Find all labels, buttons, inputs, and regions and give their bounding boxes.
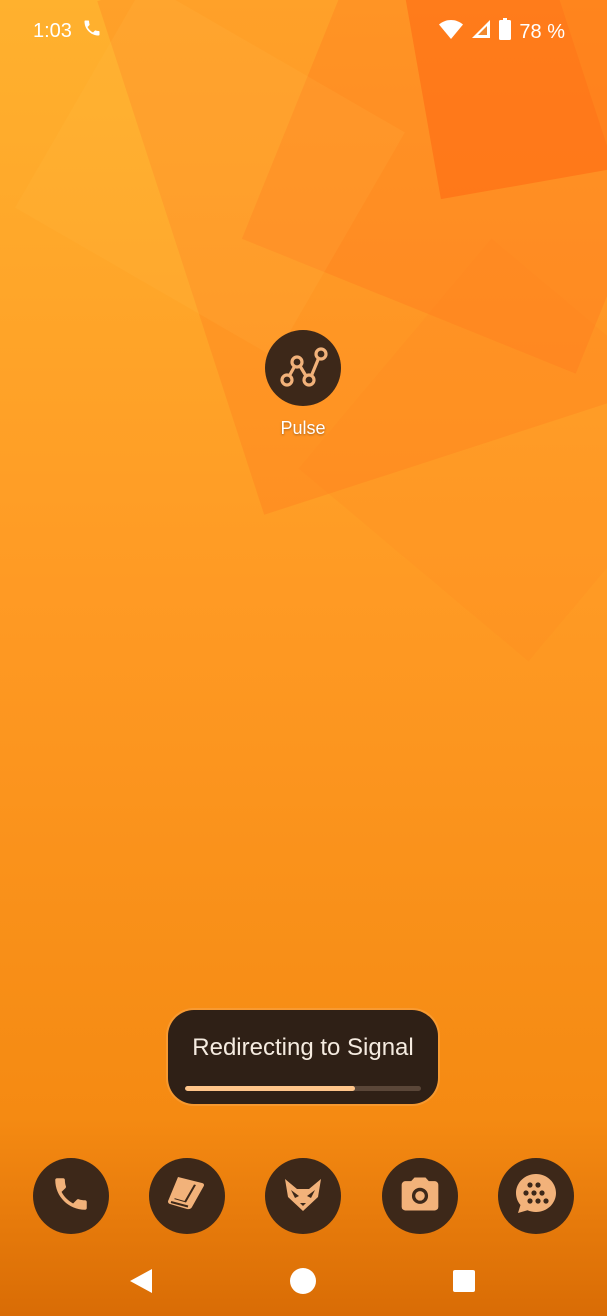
dock-app-camera[interactable] bbox=[382, 1158, 458, 1234]
chart-graph-icon bbox=[265, 330, 341, 406]
camera-icon bbox=[398, 1172, 442, 1221]
dock-app-browser[interactable] bbox=[265, 1158, 341, 1234]
cell-signal-icon bbox=[471, 19, 491, 45]
wifi-icon bbox=[439, 18, 464, 46]
app-label: Pulse bbox=[280, 418, 326, 438]
toast-progress-bar bbox=[185, 1086, 421, 1091]
nav-home-button[interactable] bbox=[288, 1267, 318, 1300]
book-icon bbox=[164, 1171, 210, 1222]
dock bbox=[0, 1158, 607, 1236]
back-icon bbox=[128, 1267, 154, 1300]
status-left: 1:03 bbox=[33, 18, 102, 44]
battery-icon bbox=[499, 18, 512, 46]
status-right: 78 % bbox=[439, 18, 565, 46]
wallpaper bbox=[0, 0, 607, 1316]
toast: Redirecting to Signal bbox=[168, 1010, 438, 1104]
phone-call-icon bbox=[82, 18, 102, 44]
toast-progress-fill bbox=[185, 1086, 355, 1091]
app-shortcut-pulse[interactable]: Pulse bbox=[265, 330, 341, 438]
dock-app-books[interactable] bbox=[149, 1158, 225, 1234]
status-time: 1:03 bbox=[33, 19, 72, 42]
phone-icon bbox=[50, 1173, 92, 1220]
messages-icon bbox=[512, 1170, 560, 1223]
dock-app-messages[interactable] bbox=[498, 1158, 574, 1234]
recents-icon bbox=[452, 1269, 476, 1298]
toast-message: Redirecting to Signal bbox=[192, 1034, 414, 1061]
navigation-bar bbox=[0, 1250, 607, 1316]
battery-level: 78 % bbox=[519, 20, 565, 43]
fox-icon bbox=[280, 1171, 326, 1222]
home-icon bbox=[289, 1267, 317, 1300]
nav-recents-button[interactable] bbox=[449, 1268, 479, 1298]
dock-app-phone[interactable] bbox=[33, 1158, 109, 1234]
status-bar: 1:03 78 % bbox=[0, 0, 607, 60]
nav-back-button[interactable] bbox=[126, 1268, 156, 1298]
